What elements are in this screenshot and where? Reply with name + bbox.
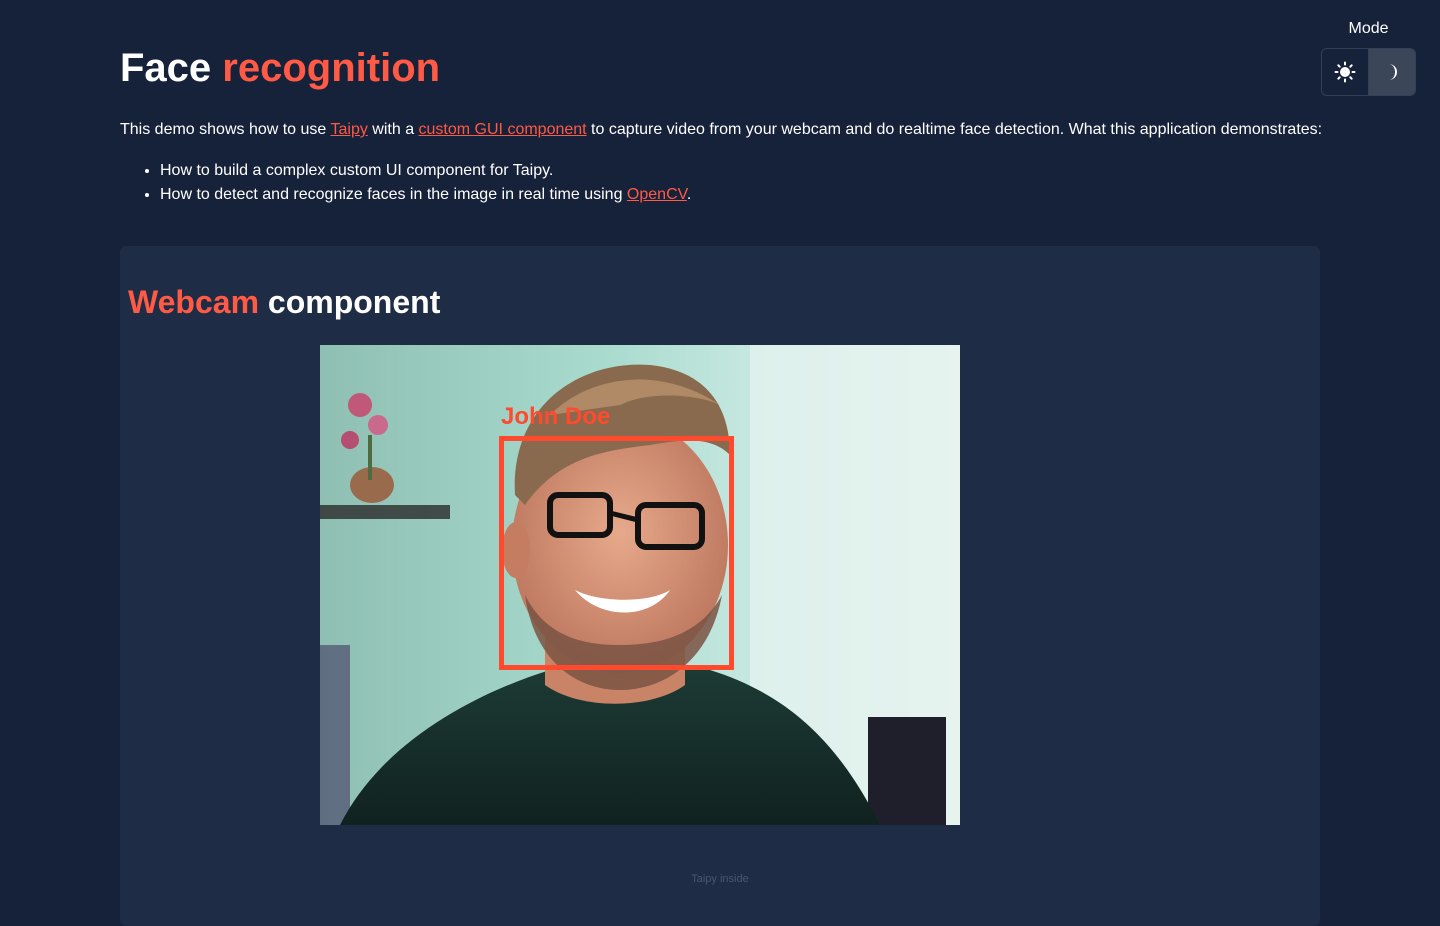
list-item: How to build a complex custom UI compone… bbox=[160, 159, 691, 183]
page-title-word2: recognition bbox=[222, 46, 441, 90]
mode-label: Mode bbox=[1348, 20, 1389, 37]
mode-toggle bbox=[1321, 48, 1416, 96]
list-item: How to detect and recognize faces in the… bbox=[160, 183, 691, 207]
light-mode-button[interactable] bbox=[1322, 49, 1369, 95]
list-item-text-end: . bbox=[686, 186, 692, 203]
intro-text-middle: with a bbox=[367, 121, 419, 138]
moon-icon bbox=[1389, 64, 1397, 80]
taipy-link[interactable]: Taipy bbox=[330, 121, 367, 138]
detected-face-label: John Doe bbox=[501, 403, 611, 430]
custom-gui-component-link[interactable]: custom GUI component bbox=[419, 121, 587, 138]
panel-title-word2: component bbox=[267, 284, 441, 320]
footer-note: Taipy inside bbox=[691, 873, 749, 885]
features-list: How to build a complex custom UI compone… bbox=[120, 159, 691, 207]
intro-text-before: This demo shows how to use bbox=[120, 121, 331, 138]
mode-selector: Mode bbox=[1321, 18, 1416, 96]
webcam-video[interactable]: John Doe bbox=[320, 345, 960, 825]
intro-text-after: to capture video from your webcam and do… bbox=[586, 121, 1323, 138]
page-title-word1: Face bbox=[120, 46, 212, 90]
panel-title-word1: Webcam bbox=[128, 284, 260, 320]
intro-paragraph: This demo shows how to use Taipy with a … bbox=[120, 119, 1323, 141]
sun-icon bbox=[1334, 61, 1356, 83]
webcam-panel: Webcam component John Doe Taipy inside bbox=[120, 246, 1320, 926]
list-item-text: How to build a complex custom UI compone… bbox=[160, 162, 554, 179]
dark-mode-button[interactable] bbox=[1369, 49, 1415, 95]
list-item-text: How to detect and recognize faces in the… bbox=[160, 186, 627, 203]
opencv-link[interactable]: OpenCV bbox=[627, 186, 687, 203]
panel-title: Webcam component bbox=[128, 282, 440, 322]
face-detection-box bbox=[499, 436, 734, 670]
page-title: Face recognition bbox=[120, 44, 440, 92]
